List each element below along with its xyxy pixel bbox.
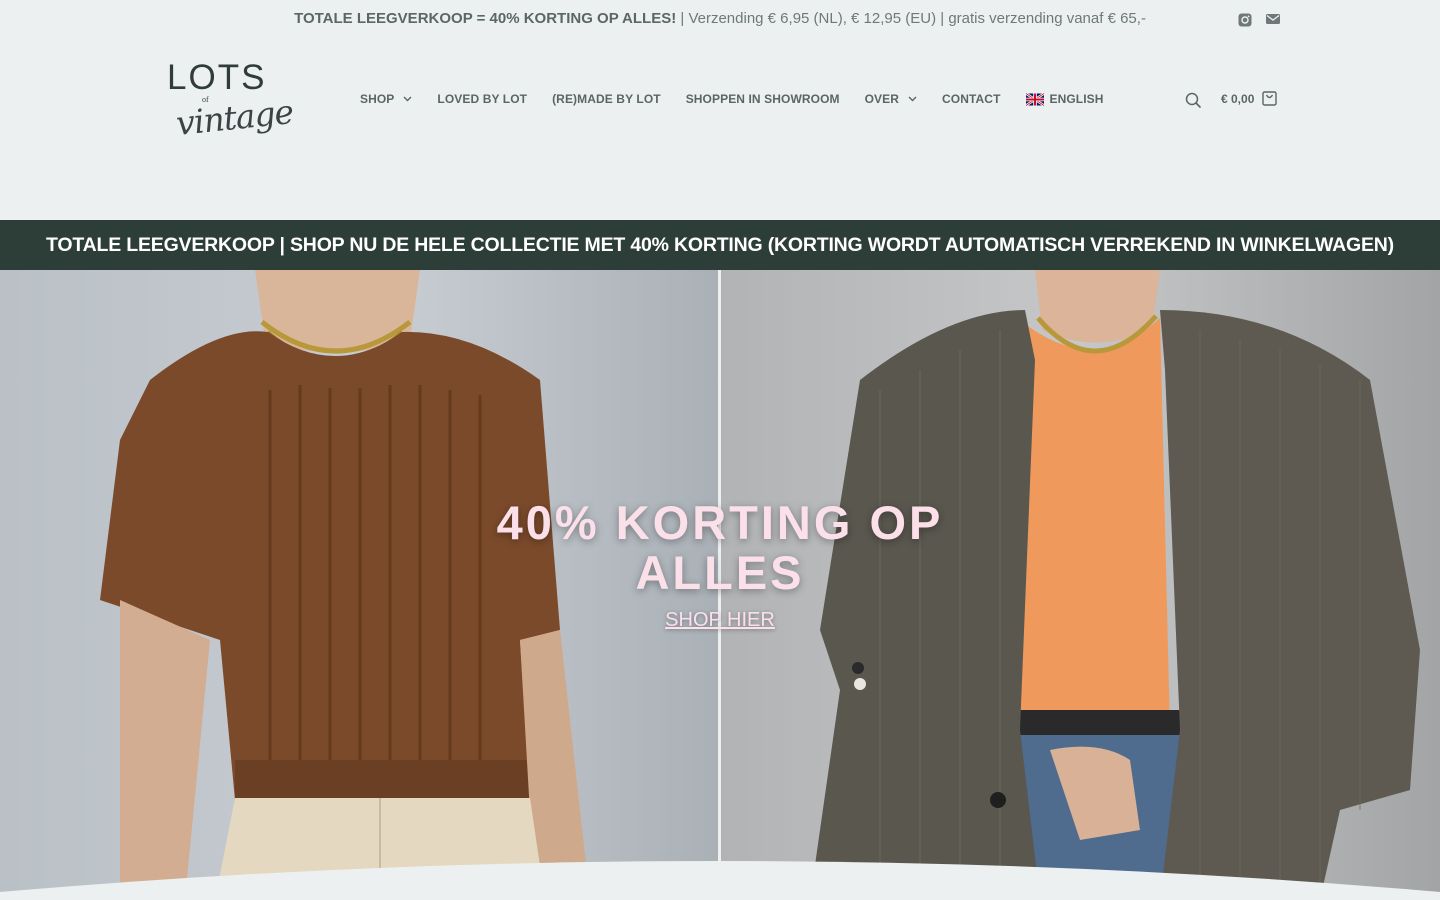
language-label: ENGLISH <box>1049 92 1104 106</box>
site-header: LOTS of vintage SHOP LOVED BY LOT (RE)MA… <box>0 38 1440 220</box>
nav-item-label: CONTACT <box>942 92 1001 106</box>
logo-text-lots: LOTS <box>167 58 267 97</box>
cart-button[interactable]: € 0,00 <box>1221 91 1278 106</box>
cart-total: € 0,00 <box>1221 91 1255 106</box>
announcement-bold: TOTALE LEEGVERKOOP = 40% KORTING OP ALLE… <box>294 10 677 27</box>
chevron-down-icon <box>908 96 917 102</box>
language-switcher[interactable]: ENGLISH <box>1025 92 1104 106</box>
mail-icon[interactable] <box>1266 13 1280 27</box>
nav-item-showroom[interactable]: SHOPPEN IN SHOWROOM <box>686 92 840 106</box>
chevron-down-icon <box>403 96 412 102</box>
site-logo[interactable]: LOTS of vintage <box>165 58 295 150</box>
nav-item-loved-by-lot[interactable]: LOVED BY LOT <box>437 92 527 106</box>
nav-item-remade-by-lot[interactable]: (RE)MADE BY LOT <box>552 92 661 106</box>
sale-banner[interactable]: TOTALE LEEGVERKOOP | SHOP NU DE HELE COL… <box>0 220 1440 270</box>
shop-here-link[interactable]: SHOP HIER <box>420 609 1020 632</box>
instagram-icon[interactable] <box>1238 13 1252 27</box>
nav-item-label: LOVED BY LOT <box>437 92 528 106</box>
shopping-bag-icon <box>1262 91 1278 106</box>
nav-item-label: OVER <box>864 92 900 106</box>
nav-item-contact[interactable]: CONTACT <box>942 92 1000 106</box>
social-links <box>1238 13 1280 27</box>
hero-title-line-2: ALLES <box>635 546 805 599</box>
nav-item-label: (RE)MADE BY LOT <box>552 92 661 106</box>
nav-item-label: SHOP <box>360 92 395 106</box>
sale-banner-text: TOTALE LEEGVERKOOP | SHOP NU DE HELE COL… <box>46 233 1394 256</box>
announcement-bar: TOTALE LEEGVERKOOP = 40% KORTING OP ALLE… <box>0 0 1440 38</box>
nav-item-shop[interactable]: SHOP <box>360 92 412 106</box>
nav-item-label: SHOPPEN IN SHOWROOM <box>685 92 840 106</box>
main-nav: SHOP LOVED BY LOT (RE)MADE BY LOT SHOPPE… <box>360 92 1104 106</box>
hero-title: 40% KORTING OP ALLES <box>420 498 1020 598</box>
announcement-text: TOTALE LEEGVERKOOP = 40% KORTING OP ALLE… <box>0 10 1440 27</box>
search-icon[interactable] <box>1185 92 1201 113</box>
hero-title-line-1: 40% KORTING OP <box>496 496 944 549</box>
hero-section: 40% KORTING OP ALLES SHOP HIER <box>0 270 1440 900</box>
nav-item-over[interactable]: OVER <box>865 92 917 106</box>
logo-text-vintage: vintage <box>174 91 295 144</box>
uk-flag-icon <box>1025 92 1044 106</box>
announcement-shipping: | Verzending € 6,95 (NL), € 12,95 (EU) |… <box>676 10 1146 27</box>
